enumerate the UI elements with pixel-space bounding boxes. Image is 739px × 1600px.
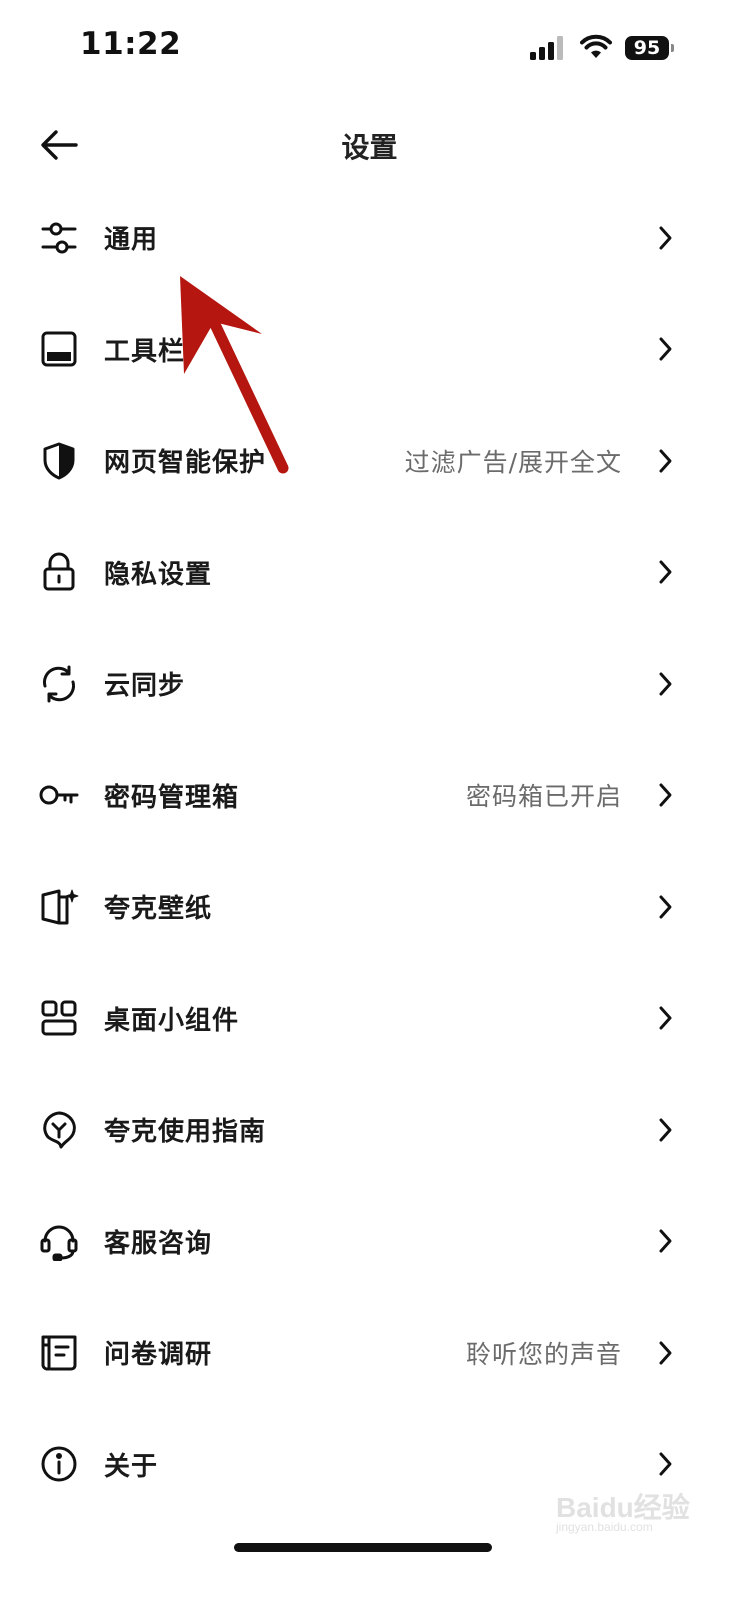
menu-item-label: 网页智能保护 bbox=[104, 448, 267, 479]
chevron-right-icon bbox=[659, 560, 672, 584]
battery-level: 95 bbox=[625, 36, 669, 60]
wifi-icon bbox=[580, 34, 612, 58]
cellular-signal-icon bbox=[530, 36, 563, 60]
menu-item-customer-service[interactable]: 客服咨询 bbox=[0, 1186, 739, 1298]
menu-item-label: 工具栏 bbox=[104, 336, 186, 367]
menu-item-password-manager[interactable]: 密码管理箱 密码箱已开启 bbox=[0, 740, 739, 852]
guide-icon bbox=[38, 1110, 80, 1150]
menu-item-value: 过滤广告/展开全文 bbox=[404, 447, 622, 477]
menu-item-label: 通用 bbox=[104, 225, 159, 256]
battery-indicator: 95 bbox=[625, 36, 677, 60]
menu-item-value: 聆听您的声音 bbox=[465, 1339, 622, 1369]
menu-item-label: 桌面小组件 bbox=[104, 1005, 240, 1036]
menu-item-label: 云同步 bbox=[104, 671, 186, 702]
headset-icon bbox=[38, 1221, 80, 1262]
wallpaper-icon bbox=[38, 887, 80, 927]
chevron-right-icon bbox=[659, 1006, 672, 1030]
menu-item-user-guide[interactable]: 夸克使用指南 bbox=[0, 1074, 739, 1186]
chevron-right-icon bbox=[659, 1118, 672, 1142]
info-icon bbox=[38, 1444, 80, 1484]
menu-item-wallpaper[interactable]: 夸克壁纸 bbox=[0, 851, 739, 963]
shield-icon bbox=[38, 441, 80, 481]
menu-item-label: 关于 bbox=[104, 1451, 159, 1482]
watermark-logo: Baidu经验 jingyan.baidu.com bbox=[556, 1486, 696, 1546]
menu-item-label: 客服咨询 bbox=[104, 1228, 213, 1259]
toolbar-icon bbox=[38, 329, 80, 369]
menu-item-label: 密码管理箱 bbox=[104, 782, 240, 813]
chevron-right-icon bbox=[659, 1341, 672, 1365]
menu-item-survey[interactable]: 问卷调研 聆听您的声音 bbox=[0, 1297, 739, 1409]
chevron-right-icon bbox=[659, 1452, 672, 1476]
menu-item-label: 隐私设置 bbox=[104, 559, 213, 590]
battery-tip bbox=[671, 44, 674, 52]
menu-item-toolbar[interactable]: 工具栏 bbox=[0, 294, 739, 406]
page-title: 设置 bbox=[341, 131, 398, 164]
status-time: 11:22 bbox=[80, 26, 182, 62]
header: 设置 bbox=[0, 110, 739, 180]
menu-item-web-protection[interactable]: 网页智能保护 过滤广告/展开全文 bbox=[0, 405, 739, 517]
menu-item-label: 夸克使用指南 bbox=[104, 1117, 267, 1148]
lock-icon bbox=[38, 552, 80, 592]
chevron-right-icon bbox=[659, 672, 672, 696]
chevron-right-icon bbox=[659, 783, 672, 807]
menu-item-value: 密码箱已开启 bbox=[465, 782, 622, 812]
home-indicator[interactable] bbox=[234, 1543, 492, 1552]
sync-icon bbox=[38, 664, 80, 704]
chevron-right-icon bbox=[659, 1229, 672, 1253]
chevron-right-icon bbox=[659, 226, 672, 250]
menu-item-cloud-sync[interactable]: 云同步 bbox=[0, 628, 739, 740]
menu-item-label: 夸克壁纸 bbox=[104, 894, 213, 925]
survey-icon bbox=[38, 1333, 80, 1373]
menu-item-widgets[interactable]: 桌面小组件 bbox=[0, 963, 739, 1075]
chevron-right-icon bbox=[659, 337, 672, 361]
settings-menu: 通用 工具栏 网页智能保护 过滤广告/展开全文 隐私设置 云同步 密码管理箱 密… bbox=[0, 182, 739, 1520]
menu-item-general[interactable]: 通用 bbox=[0, 182, 739, 294]
chevron-right-icon bbox=[659, 895, 672, 919]
menu-item-label: 问卷调研 bbox=[104, 1340, 213, 1371]
key-icon bbox=[38, 775, 80, 815]
menu-item-privacy[interactable]: 隐私设置 bbox=[0, 517, 739, 629]
watermark-subtext: jingyan.baidu.com bbox=[556, 1520, 653, 1534]
status-bar: 11:22 95 bbox=[0, 0, 739, 96]
chevron-right-icon bbox=[659, 449, 672, 473]
widgets-icon bbox=[38, 998, 80, 1038]
sliders-icon bbox=[38, 218, 80, 258]
